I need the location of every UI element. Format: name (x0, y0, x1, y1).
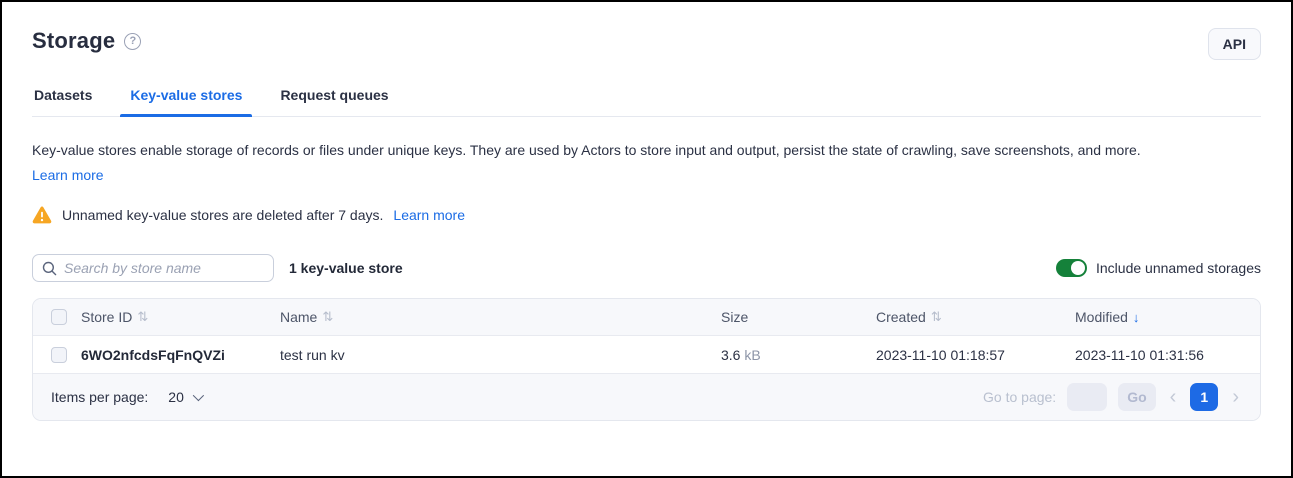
sort-down-icon[interactable]: ↓ (1133, 310, 1140, 325)
table-header-row: Store ID ⇅ Name ⇅ Size Created ⇅ Modifie… (33, 299, 1260, 336)
store-id-cell[interactable]: 6WO2nfcdsFqFnQVZi (81, 347, 280, 363)
controls-row: 1 key-value store Include unnamed storag… (32, 254, 1261, 282)
go-button[interactable]: Go (1118, 383, 1155, 411)
key-value-stores-table: Store ID ⇅ Name ⇅ Size Created ⇅ Modifie… (32, 298, 1261, 421)
store-modified-cell: 2023-11-10 01:31:56 (1075, 347, 1260, 363)
go-to-page-label: Go to page: (983, 389, 1056, 405)
tab-request-queues[interactable]: Request queues (278, 81, 390, 116)
column-header-created[interactable]: Created ⇅ (876, 309, 1075, 325)
table-footer: Items per page: 20 Go to page: Go ‹ 1 › (33, 374, 1260, 420)
storage-tabs: Datasets Key-value stores Request queues (32, 81, 1261, 117)
column-header-size: Size (721, 309, 876, 325)
description-text: Key-value stores enable storage of recor… (32, 140, 1261, 160)
store-count: 1 key-value store (289, 260, 403, 276)
search-input[interactable] (64, 260, 264, 276)
include-unnamed-toggle[interactable] (1056, 259, 1087, 277)
column-header-store-id[interactable]: Store ID ⇅ (81, 309, 280, 325)
chevron-down-icon (193, 390, 204, 401)
description-learn-more-link[interactable]: Learn more (32, 167, 104, 183)
page-1-button[interactable]: 1 (1190, 383, 1218, 411)
column-header-modified[interactable]: Modified ↓ (1075, 309, 1260, 325)
warning-triangle-icon (32, 206, 52, 224)
items-per-page-label: Items per page: (51, 389, 148, 405)
page-header: Storage ? API (32, 28, 1261, 60)
page-title: Storage (32, 28, 115, 54)
items-per-page: Items per page: 20 (51, 389, 201, 405)
search-icon (42, 261, 57, 276)
select-all-checkbox[interactable] (51, 309, 67, 325)
warning-learn-more-link[interactable]: Learn more (393, 207, 465, 223)
tab-key-value-stores[interactable]: Key-value stores (128, 81, 244, 116)
toggle-label: Include unnamed storages (1096, 260, 1261, 276)
column-header-name[interactable]: Name ⇅ (280, 309, 721, 325)
screenshot-frame: Storage ? API Datasets Key-value stores … (0, 0, 1293, 478)
warning-banner: Unnamed key-value stores are deleted aft… (32, 206, 1261, 224)
items-per-page-select[interactable]: 20 (168, 389, 201, 405)
previous-page-icon[interactable]: ‹ (1167, 387, 1180, 407)
go-to-page-input[interactable] (1067, 383, 1107, 411)
sort-updown-icon[interactable]: ⇅ (322, 309, 333, 325)
unnamed-storages-toggle-group: Include unnamed storages (1056, 259, 1261, 277)
sort-updown-icon[interactable]: ⇅ (137, 309, 148, 325)
table-row[interactable]: 6WO2nfcdsFqFnQVZi test run kv 3.6 kB 202… (33, 336, 1260, 374)
storage-page: Storage ? API Datasets Key-value stores … (2, 2, 1291, 421)
sort-updown-icon[interactable]: ⇅ (931, 309, 942, 325)
toggle-knob (1071, 261, 1085, 275)
store-name-cell[interactable]: test run kv (280, 347, 721, 363)
search-box (32, 254, 274, 282)
warning-text: Unnamed key-value stores are deleted aft… (62, 207, 383, 223)
pagination-controls: Go to page: Go ‹ 1 › (983, 383, 1242, 411)
next-page-icon[interactable]: › (1229, 387, 1242, 407)
row-checkbox[interactable] (51, 347, 67, 363)
store-created-cell: 2023-11-10 01:18:57 (876, 347, 1075, 363)
tab-datasets[interactable]: Datasets (32, 81, 94, 116)
store-size-cell: 3.6 kB (721, 347, 876, 363)
help-icon[interactable]: ? (124, 33, 141, 50)
api-button[interactable]: API (1208, 28, 1261, 60)
